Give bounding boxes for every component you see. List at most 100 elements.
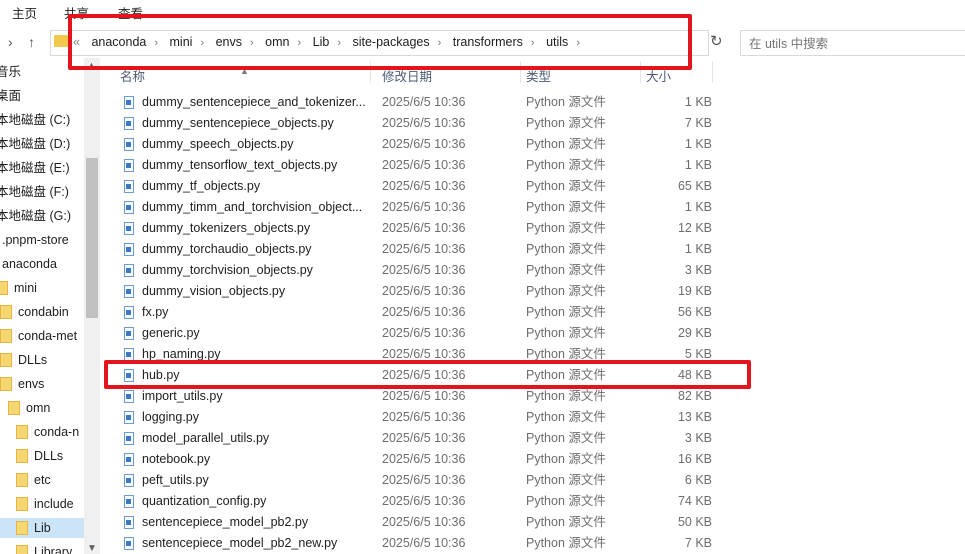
file-row[interactable]: notebook.py 2025/6/5 10:36 Python 源文件 16 KB — [100, 449, 965, 470]
sidebar-item-pnpm-store[interactable]: .pnpm-store — [2, 230, 69, 250]
sidebar-item-drive-c[interactable]: 本地磁盘 (C:) — [0, 110, 70, 130]
file-row[interactable]: dummy_timm_and_torchvision_object... 2025… — [100, 197, 965, 218]
file-row[interactable]: model_parallel_utils.py 2025/6/5 10:36 Pyt… — [100, 428, 965, 449]
file-row[interactable]: dummy_torchvision_objects.py 2025/6/5 10:… — [100, 260, 965, 281]
file-name: sentencepiece_model_pb2.py — [142, 515, 309, 529]
file-row[interactable]: import_utils.py 2025/6/5 10:36 Python 源文件 8… — [100, 386, 965, 407]
file-row[interactable]: generic.py 2025/6/5 10:36 Python 源文件 29 KB — [100, 323, 965, 344]
sidebar-item-drive-g[interactable]: 本地磁盘 (G:) — [0, 206, 71, 226]
file-type: Python 源文件 — [526, 137, 606, 151]
file-name: import_utils.py — [142, 389, 223, 403]
file-name: sentencepiece_model_pb2_new.py — [142, 536, 338, 550]
python-file-icon — [124, 159, 134, 172]
file-date: 2025/6/5 10:36 — [382, 410, 466, 424]
scrollbar-thumb[interactable] — [86, 158, 98, 318]
file-row[interactable]: dummy_speech_objects.py 2025/6/5 10:36 Pyt… — [100, 134, 965, 155]
folder-icon — [0, 305, 12, 319]
sidebar-item-drive-d[interactable]: 本地磁盘 (D:) — [0, 134, 70, 154]
file-type: Python 源文件 — [526, 116, 606, 130]
file-type: Python 源文件 — [526, 389, 606, 403]
file-row[interactable]: dummy_tensorflow_text_objects.py 2025/6/5… — [100, 155, 965, 176]
file-name: dummy_tf_objects.py — [142, 179, 261, 193]
sidebar-item-dlls-sub[interactable]: DLLs — [16, 446, 63, 466]
sidebar-item-library[interactable]: Library — [16, 542, 72, 554]
python-file-icon — [124, 537, 134, 550]
python-file-icon — [124, 285, 134, 298]
sidebar-item-lib[interactable]: Lib — [0, 518, 84, 538]
sidebar-item-conda-meta[interactable]: conda-met — [0, 326, 77, 346]
sidebar-item-envs[interactable]: envs — [0, 374, 44, 394]
file-type: Python 源文件 — [526, 452, 606, 466]
sidebar-item-drive-f[interactable]: 本地磁盘 (F:) — [0, 182, 69, 202]
file-type: Python 源文件 — [526, 410, 606, 424]
file-row[interactable]: sentencepiece_model_pb2.py 2025/6/5 10:36… — [100, 512, 965, 533]
file-row[interactable]: dummy_tf_objects.py 2025/6/5 10:36 Python … — [100, 176, 965, 197]
highlight-hub-row — [104, 360, 751, 389]
sidebar-item-music[interactable]: 音乐 — [0, 62, 21, 82]
scroll-down-icon[interactable]: ▼ — [87, 543, 97, 554]
folder-icon — [16, 521, 28, 535]
file-type: Python 源文件 — [526, 263, 606, 277]
file-row[interactable]: dummy_tokenizers_objects.py 2025/6/5 10:3… — [100, 218, 965, 239]
file-type: Python 源文件 — [526, 200, 606, 214]
sidebar-item-label: Lib — [34, 521, 51, 535]
file-row[interactable]: dummy_sentencepiece_objects.py 2025/6/5 1… — [100, 113, 965, 134]
chevron-right-icon[interactable]: › — [8, 34, 13, 50]
file-date: 2025/6/5 10:36 — [382, 473, 466, 487]
column-divider[interactable] — [712, 61, 713, 83]
file-row[interactable]: fx.py 2025/6/5 10:36 Python 源文件 56 KB — [100, 302, 965, 323]
file-date: 2025/6/5 10:36 — [382, 95, 466, 109]
file-size: 12 KB — [677, 221, 712, 235]
sidebar-item-omn[interactable]: omn — [8, 398, 50, 418]
folder-icon — [16, 473, 28, 487]
file-date: 2025/6/5 10:36 — [382, 158, 466, 172]
file-date: 2025/6/5 10:36 — [382, 305, 466, 319]
search-box[interactable] — [740, 30, 965, 56]
python-file-icon — [124, 411, 134, 424]
sidebar-item-conda-meta-sub[interactable]: conda-n — [16, 422, 79, 442]
file-row[interactable]: quantization_config.py 2025/6/5 10:36 Pyth… — [100, 491, 965, 512]
python-file-icon — [124, 390, 134, 403]
file-type: Python 源文件 — [526, 494, 606, 508]
file-date: 2025/6/5 10:36 — [382, 179, 466, 193]
sidebar-item-dlls[interactable]: DLLs — [0, 350, 47, 370]
python-file-icon — [124, 201, 134, 214]
file-row[interactable]: logging.py 2025/6/5 10:36 Python 源文件 13 KB — [100, 407, 965, 428]
sidebar-scrollbar[interactable]: ▲ ▼ — [84, 58, 100, 554]
folder-icon — [16, 497, 28, 511]
sidebar-item-etc[interactable]: etc — [16, 470, 51, 490]
file-date: 2025/6/5 10:36 — [382, 389, 466, 403]
up-arrow-icon[interactable]: ↑ — [28, 34, 35, 50]
file-size: 1 KB — [684, 158, 712, 172]
file-row[interactable]: sentencepiece_model_pb2_new.py 2025/6/5 1… — [100, 533, 965, 554]
file-size: 6 KB — [684, 473, 712, 487]
search-input[interactable] — [747, 33, 961, 55]
python-file-icon — [124, 474, 134, 487]
sidebar-item-include[interactable]: include — [16, 494, 74, 514]
sidebar-item-label: DLLs — [18, 353, 48, 367]
sidebar-item-label: conda-n — [34, 425, 80, 439]
file-size: 7 KB — [684, 536, 712, 550]
file-row[interactable]: dummy_sentencepiece_and_tokenizer... 2025… — [100, 92, 965, 113]
sidebar-item-label: conda-met — [18, 329, 78, 343]
file-size: 13 KB — [677, 410, 712, 424]
folder-icon — [16, 425, 28, 439]
file-date: 2025/6/5 10:36 — [382, 137, 466, 151]
refresh-icon[interactable]: ↻ — [710, 32, 723, 50]
python-file-icon — [124, 495, 134, 508]
file-row[interactable]: dummy_vision_objects.py 2025/6/5 10:36 Pyt… — [100, 281, 965, 302]
file-row[interactable]: peft_utils.py 2025/6/5 10:36 Python 源文件 6 K… — [100, 470, 965, 491]
python-file-icon — [124, 243, 134, 256]
sidebar-item-condabin[interactable]: condabin — [0, 302, 69, 322]
sidebar-item-label: include — [34, 497, 74, 511]
file-date: 2025/6/5 10:36 — [382, 263, 466, 277]
file-row[interactable]: dummy_torchaudio_objects.py 2025/6/5 10:3… — [100, 239, 965, 260]
sidebar-item-anaconda[interactable]: anaconda — [2, 254, 57, 274]
sidebar-item-drive-e[interactable]: 本地磁盘 (E:) — [0, 158, 70, 178]
file-size: 3 KB — [684, 431, 712, 445]
sidebar-item-desktop[interactable]: 桌面 — [0, 86, 21, 106]
file-name: dummy_vision_objects.py — [142, 284, 286, 298]
sidebar-item-mini[interactable]: mini — [0, 278, 37, 298]
sidebar-item-label: Library — [34, 545, 73, 554]
tab-home[interactable]: 主页 — [12, 3, 37, 22]
